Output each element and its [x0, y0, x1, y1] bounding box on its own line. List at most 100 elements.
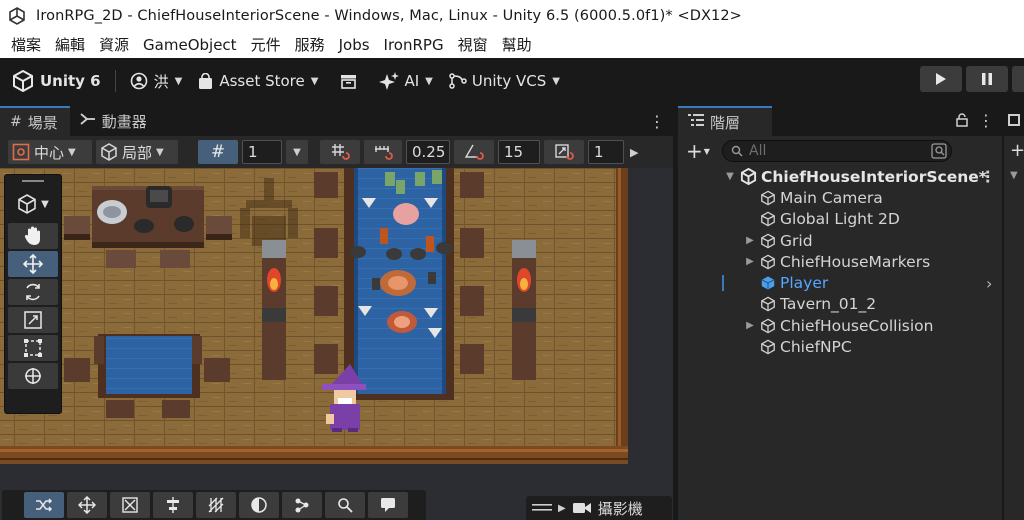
account-button[interactable]: 洪 ▼: [122, 66, 191, 96]
more-options-icon[interactable]: ⋮: [649, 112, 665, 131]
overflow-arrow-icon[interactable]: ▶: [630, 146, 638, 159]
tab-hierarchy-label: 階層: [710, 113, 741, 132]
gameobject-cube-icon: [760, 233, 776, 249]
menu-gameobject[interactable]: GameObject: [136, 32, 244, 58]
tool-context-dropdown[interactable]: ▼: [5, 187, 61, 221]
tree-item-chiefhouse-collision[interactable]: ▶ ChiefHouseCollision: [678, 315, 1002, 336]
tree-item-player[interactable]: Player ›: [678, 272, 1002, 293]
step-button[interactable]: [1012, 66, 1024, 92]
grid-snap-toggle[interactable]: [320, 140, 360, 164]
tilemap-tool-button[interactable]: [110, 492, 150, 518]
animator-icon: [80, 112, 96, 130]
fold-collapsed-icon[interactable]: ▶: [744, 235, 756, 246]
fold-expanded-icon[interactable]: ▼: [1010, 170, 1018, 181]
tab-hierarchy[interactable]: 階層: [678, 106, 772, 136]
chevron-down-icon: ▼: [703, 146, 710, 156]
tree-item-global-light[interactable]: Global Light 2D: [678, 209, 1002, 230]
scene-camera-button[interactable]: [368, 492, 408, 518]
transform-tool-button[interactable]: [8, 363, 58, 389]
gameobject-cube-icon: [760, 211, 776, 227]
ai-button[interactable]: AI ▼: [371, 66, 440, 96]
scene-view-panel: # 場景 動畫器 ⋮ 中心 ▼ 局部 ▼ # 1 ▼ 0.25 15 1 ▶ ▼: [0, 106, 673, 520]
search-mode-icon[interactable]: [931, 143, 947, 159]
fold-collapsed-icon[interactable]: ▶: [744, 320, 756, 331]
tree-item-main-camera[interactable]: Main Camera: [678, 187, 1002, 208]
scene-toolbar: 中心 ▼ 局部 ▼ # 1 ▼ 0.25 15 1 ▶: [0, 136, 673, 168]
scene-name: ChiefHouseInteriorScene*: [761, 167, 987, 186]
align-tool-button[interactable]: [153, 492, 193, 518]
move-snap-toggle[interactable]: [364, 140, 402, 164]
shuffle-tool-button[interactable]: [24, 492, 64, 518]
hand-tool-button[interactable]: [8, 223, 58, 249]
more-options-icon[interactable]: ⋮: [978, 111, 994, 130]
hierarchy-tab-bar: 階層 ⋮: [678, 106, 1002, 136]
transform-icon: [23, 366, 43, 386]
hierarchy-panel: 階層 ⋮ + ▼ All ▼ ChiefHouseInteriorScene* …: [678, 106, 1002, 520]
tree-item-grid[interactable]: ▶ Grid: [678, 230, 1002, 251]
inspector-tab-icon[interactable]: [1008, 114, 1020, 126]
menu-help[interactable]: 幫助: [495, 32, 539, 58]
menu-component[interactable]: 元件: [244, 32, 288, 58]
grid-size-field[interactable]: 1: [242, 140, 282, 164]
menu-ironrpg[interactable]: IronRPG: [377, 32, 451, 58]
menu-services[interactable]: 服務: [288, 32, 332, 58]
menu-file[interactable]: 檔案: [4, 32, 48, 58]
unity-menu-button[interactable]: Unity 6: [4, 66, 109, 96]
rotate-snap-field[interactable]: 15: [498, 140, 540, 164]
scene-root-row[interactable]: ▼ ChiefHouseInteriorScene* ⋮: [678, 166, 1002, 187]
rotate-icon: [23, 282, 43, 302]
shading-mode-button[interactable]: [239, 492, 279, 518]
more-options-icon[interactable]: ⋮: [980, 168, 996, 186]
pivot-center-icon: [12, 143, 30, 161]
move-snap-field[interactable]: 0.25: [406, 140, 450, 164]
tab-animator[interactable]: 動畫器: [70, 106, 159, 136]
open-prefab-arrow-icon[interactable]: ›: [986, 274, 992, 293]
grid-paint-button[interactable]: [196, 492, 236, 518]
move-tool-button[interactable]: [8, 251, 58, 277]
pivot-mode-dropdown[interactable]: 中心 ▼: [8, 140, 92, 164]
grid-toggle-button[interactable]: #: [198, 140, 238, 164]
nodes-icon: [293, 496, 311, 514]
rotate-tool-button[interactable]: [8, 279, 58, 305]
gizmos-button[interactable]: [282, 492, 322, 518]
pause-button[interactable]: [966, 66, 1008, 92]
menu-jobs[interactable]: Jobs: [332, 32, 377, 58]
tree-item-chief-npc[interactable]: ChiefNPC: [678, 336, 1002, 357]
hierarchy-search-input[interactable]: All: [722, 140, 952, 162]
chevron-down-icon: ▼: [174, 75, 183, 87]
unity-version-label: Unity 6: [40, 72, 101, 90]
menu-edit[interactable]: 編輯: [48, 32, 92, 58]
rotate-snap-icon: [464, 143, 484, 161]
scale-tool-button[interactable]: [8, 307, 58, 333]
scale-snap-field[interactable]: 1: [588, 140, 624, 164]
move-overlay-button[interactable]: [67, 492, 107, 518]
camera-overlay[interactable]: ▶ 攝影機: [526, 496, 672, 520]
create-dropdown-button[interactable]: + ▼: [686, 140, 714, 162]
tree-item-chiefhouse-markers[interactable]: ▶ ChiefHouseMarkers: [678, 251, 1002, 272]
lock-icon[interactable]: [956, 113, 968, 127]
space-mode-dropdown[interactable]: 局部 ▼: [96, 140, 178, 164]
scale-snap-toggle[interactable]: [544, 140, 584, 164]
rect-tool-button[interactable]: [8, 335, 58, 361]
fold-collapsed-icon[interactable]: ▶: [744, 256, 756, 267]
chevron-down-icon: ▼: [41, 198, 49, 210]
tree-item-tavern[interactable]: Tavern_01_2: [678, 294, 1002, 315]
menu-window[interactable]: 視窗: [451, 32, 495, 58]
plus-icon[interactable]: +: [1010, 140, 1024, 161]
move-arrows-icon: [23, 254, 43, 274]
fold-expanded-icon[interactable]: ▼: [724, 171, 736, 182]
overlay-drag-handle[interactable]: [5, 175, 61, 187]
ruler-snap-icon: [373, 143, 393, 161]
menu-assets[interactable]: 資源: [92, 32, 136, 58]
hierarchy-search-row: + ▼ All: [678, 136, 1002, 166]
asset-store-button[interactable]: Asset Store ▼: [190, 66, 326, 96]
version-control-button[interactable]: Unity VCS ▼: [441, 66, 568, 96]
scene-viewport[interactable]: [0, 168, 673, 520]
package-button[interactable]: [332, 66, 365, 96]
search-scene-button[interactable]: [325, 492, 365, 518]
play-button[interactable]: [920, 66, 962, 92]
rotate-snap-toggle[interactable]: [454, 140, 494, 164]
toolbar-divider: [114, 70, 116, 92]
grid-size-dropdown[interactable]: ▼: [286, 140, 308, 164]
tab-scene[interactable]: # 場景: [0, 106, 70, 136]
